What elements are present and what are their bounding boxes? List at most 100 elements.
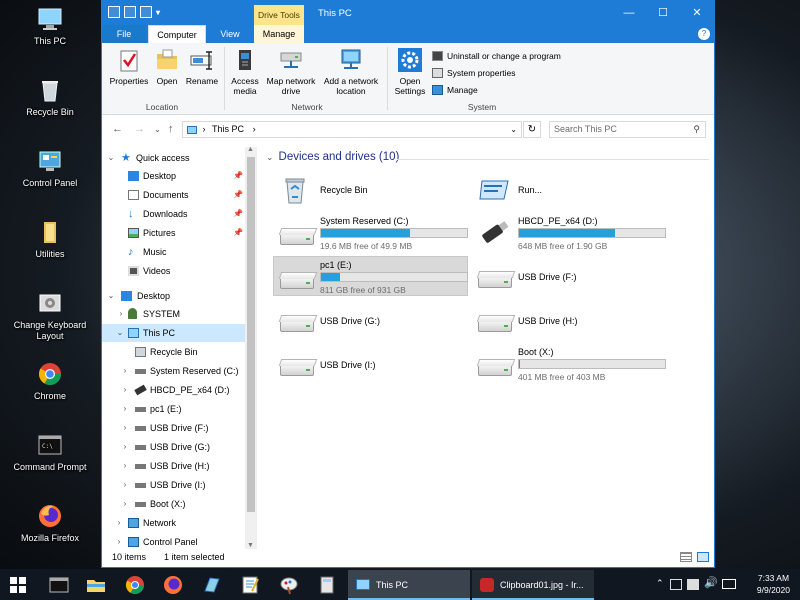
show-hidden-icons-chevron-icon[interactable]: ⌃ <box>656 578 664 589</box>
taskbar-clock[interactable]: 7:33 AM 9/9/2020 <box>757 572 790 596</box>
nav-desktop[interactable]: ⌄ Desktop <box>102 287 245 305</box>
nav-drive-g[interactable]: › USB Drive (G:) <box>102 438 245 456</box>
address-box[interactable]: › This PC › ⌄ <box>182 121 522 138</box>
nav-videos[interactable]: Videos <box>102 262 245 280</box>
manage-button[interactable]: Manage <box>432 85 478 95</box>
chevron-right-icon[interactable]: › <box>114 514 124 532</box>
desktop-icon-change-keyboard-layout[interactable]: Change Keyboard Layout <box>5 290 95 342</box>
language-keyboard-icon[interactable] <box>722 579 736 589</box>
desktop-icon-chrome[interactable]: Chrome <box>5 361 95 402</box>
drive-tile-recycle-bin[interactable]: Recycle Bin <box>274 171 469 211</box>
drive-tile-f[interactable]: USB Drive (F:) <box>472 256 667 296</box>
new-folder-small-icon[interactable] <box>140 6 152 18</box>
back-arrow-icon[interactable]: ← <box>112 123 123 135</box>
close-button[interactable]: ✕ <box>680 1 714 25</box>
map-network-drive-button[interactable]: Map network drive <box>262 47 320 96</box>
nav-recycle-bin[interactable]: Recycle Bin <box>102 343 245 361</box>
tab-manage[interactable]: Manage <box>254 25 304 43</box>
nav-desktop-quick[interactable]: Desktop 📌 <box>102 167 245 185</box>
system-properties-button[interactable]: System properties <box>432 68 516 78</box>
chevron-right-icon[interactable]: › <box>120 381 130 399</box>
nav-pictures[interactable]: Pictures 📌 <box>102 224 245 242</box>
taskbar-app-icon[interactable] <box>202 575 222 595</box>
search-input[interactable]: Search This PC ⚲ <box>549 121 706 138</box>
title-bar[interactable]: ▾ Drive Tools This PC — ☐ ✕ <box>102 1 714 25</box>
nav-this-pc[interactable]: ⌄ This PC <box>102 324 245 342</box>
chevron-down-icon[interactable]: ⌄ <box>115 324 125 342</box>
uninstall-program-button[interactable]: Uninstall or change a program <box>432 51 561 61</box>
nav-drive-i[interactable]: › USB Drive (I:) <box>102 476 245 494</box>
taskbar-task-this-pc[interactable]: This PC <box>348 570 470 600</box>
recent-locations-chevron-icon[interactable]: ⌄ <box>154 125 161 134</box>
breadcrumb-separator-icon[interactable]: › <box>253 124 256 134</box>
taskbar-notepad-icon[interactable] <box>240 575 260 595</box>
chevron-right-icon[interactable]: › <box>120 438 130 456</box>
open-button[interactable]: Open <box>152 47 182 86</box>
chevron-right-icon[interactable]: › <box>120 400 130 418</box>
chevron-down-icon[interactable]: ⌄ <box>266 152 274 163</box>
taskbar-task-irfanview[interactable]: Clipboard01.jpg - Ir... <box>472 570 594 600</box>
pin-icon[interactable]: 📌 <box>233 167 243 185</box>
nav-drive-x[interactable]: › Boot (X:) <box>102 495 245 513</box>
nav-drive-f[interactable]: › USB Drive (F:) <box>102 419 245 437</box>
desktop-icon-command-prompt[interactable]: C:\ Command Prompt <box>5 432 95 473</box>
nav-music[interactable]: ♪ Music <box>102 243 245 261</box>
chevron-down-icon[interactable]: ⌄ <box>106 149 116 167</box>
pin-icon[interactable]: 📌 <box>233 224 243 242</box>
customize-toolbar-chevron-icon[interactable]: ▾ <box>156 8 160 17</box>
refresh-button[interactable]: ↻ <box>523 121 541 138</box>
chevron-right-icon[interactable]: › <box>120 476 130 494</box>
devices-and-drives-header[interactable]: ⌄ Devices and drives (10) <box>266 151 399 163</box>
scrollbar-thumb[interactable] <box>247 157 255 512</box>
add-network-location-button[interactable]: Add a network location <box>320 47 382 96</box>
taskbar-command-prompt-icon[interactable] <box>49 575 69 595</box>
details-view-icon[interactable] <box>680 552 692 562</box>
desktop-icon-control-panel[interactable]: Control Panel <box>5 148 95 189</box>
nav-network[interactable]: › Network <box>102 514 245 532</box>
help-button[interactable]: ? <box>698 28 710 40</box>
nav-drive-d[interactable]: › HBCD_PE_x64 (D:) <box>102 381 245 399</box>
chevron-right-icon[interactable]: › <box>120 495 130 513</box>
chevron-right-icon[interactable]: › <box>120 457 130 475</box>
scroll-up-arrow-icon[interactable]: ▲ <box>247 146 254 153</box>
desktop-icon-utilities[interactable]: Utilities <box>5 219 95 260</box>
chevron-down-icon[interactable]: ⌄ <box>106 287 116 305</box>
tab-file[interactable]: File <box>102 25 146 43</box>
taskbar-calculator-icon[interactable] <box>317 575 337 595</box>
desktop-icon-recycle-bin[interactable]: Recycle Bin <box>5 77 95 118</box>
taskbar-file-explorer-icon[interactable] <box>86 575 106 595</box>
up-arrow-icon[interactable]: ↑ <box>168 123 174 135</box>
drive-tile-g[interactable]: USB Drive (G:) <box>274 300 469 340</box>
chevron-right-icon[interactable]: › <box>120 362 130 380</box>
pin-icon[interactable]: 📌 <box>233 186 243 204</box>
open-settings-button[interactable]: Open Settings <box>392 47 428 96</box>
forward-arrow-icon[interactable]: → <box>134 123 145 135</box>
desktop-icon-this-pc[interactable]: This PC <box>5 6 95 47</box>
drive-tile-x[interactable]: Boot (X:) 401 MB free of 403 MB <box>472 344 667 384</box>
nav-drive-h[interactable]: › USB Drive (H:) <box>102 457 245 475</box>
properties-button[interactable]: Properties <box>106 47 152 86</box>
maximize-button[interactable]: ☐ <box>646 1 680 25</box>
tray-icon-b[interactable] <box>687 579 699 590</box>
rename-button[interactable]: Rename <box>184 47 220 86</box>
access-media-button[interactable]: Access media <box>228 47 262 96</box>
nav-drive-c[interactable]: › System Reserved (C:) <box>102 362 245 380</box>
nav-quick-access[interactable]: ⌄ ★ Quick access <box>102 149 245 167</box>
volume-icon[interactable]: 🔊 <box>704 576 718 589</box>
drive-tile-c[interactable]: System Reserved (C:) 19.6 MB free of 49.… <box>274 213 469 253</box>
pin-icon[interactable]: 📌 <box>233 205 243 223</box>
nav-documents[interactable]: Documents 📌 <box>102 186 245 204</box>
nav-system-user[interactable]: › SYSTEM <box>102 305 245 323</box>
drive-tile-e[interactable]: pc1 (E:) 811 GB free of 931 GB <box>273 256 468 296</box>
chevron-right-icon[interactable]: › <box>116 305 126 323</box>
minimize-button[interactable]: — <box>612 1 646 25</box>
large-icons-view-icon[interactable] <box>697 552 709 562</box>
taskbar-firefox-icon[interactable] <box>163 575 183 595</box>
desktop-icon-firefox[interactable]: Mozilla Firefox <box>5 503 95 544</box>
nav-drive-e[interactable]: › pc1 (E:) <box>102 400 245 418</box>
tray-icon-a[interactable] <box>670 579 682 590</box>
properties-small-icon[interactable] <box>124 6 136 18</box>
chevron-right-icon[interactable]: › <box>120 419 130 437</box>
start-windows-icon[interactable] <box>10 577 26 593</box>
taskbar-chrome-icon[interactable] <box>125 575 145 595</box>
